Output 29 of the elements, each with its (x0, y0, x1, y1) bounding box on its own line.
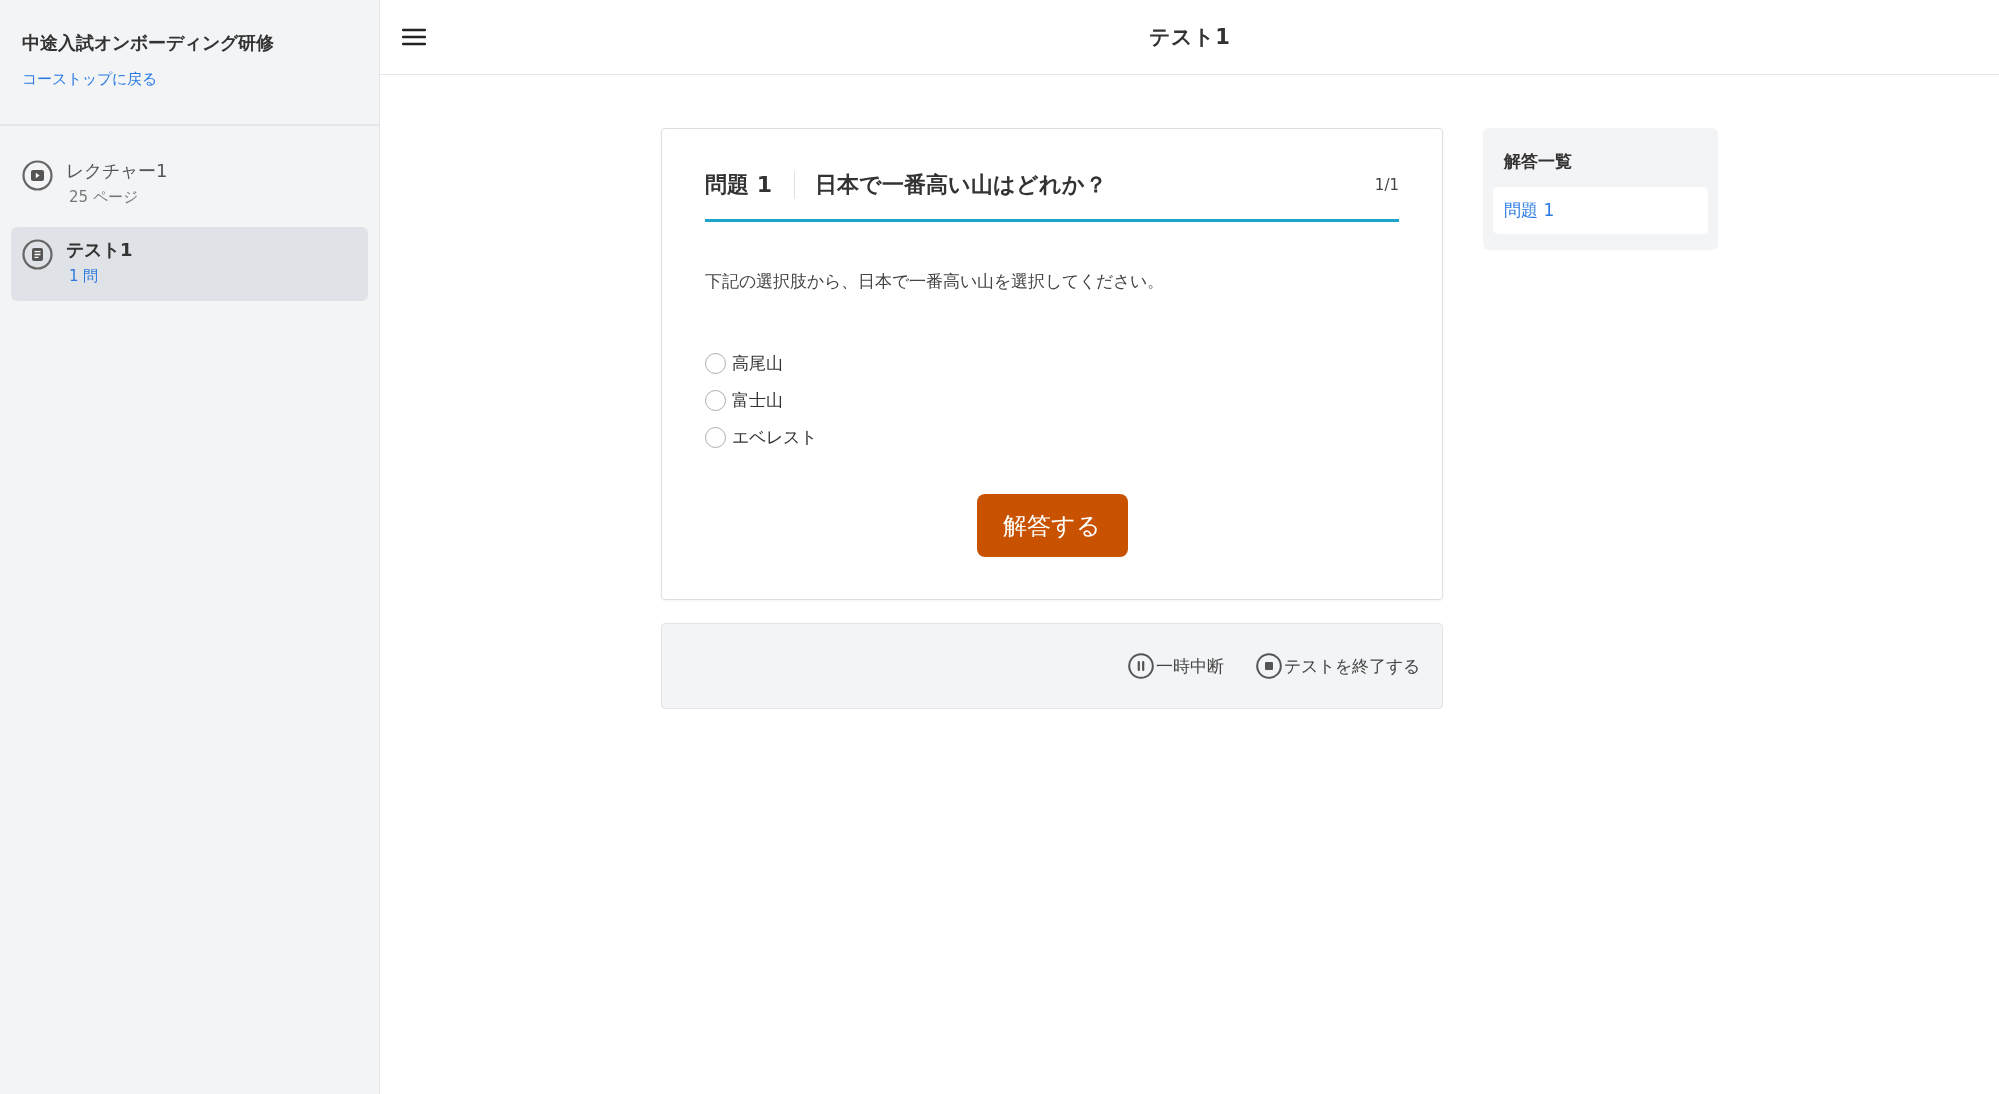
answer-list-item[interactable]: 問題 1 (1493, 187, 1708, 234)
radio-button[interactable] (705, 427, 726, 448)
pause-button[interactable]: 一時中断 (1128, 653, 1224, 679)
item-title: レクチャー1 (66, 159, 168, 183)
submit-answer-button[interactable]: 解答する (976, 494, 1128, 557)
question-counter: 1/1 (1374, 176, 1399, 194)
menu-icon[interactable] (402, 28, 426, 46)
back-to-course-link[interactable]: コーストップに戻る (22, 68, 157, 90)
answer-list-title: 解答一覧 (1504, 150, 1572, 173)
question-number: 問題 1 (705, 171, 772, 199)
sidebar-item[interactable]: テスト1 1 問 (11, 227, 368, 301)
course-title: 中途入試オンボーディング研修 (22, 31, 274, 55)
item-title: テスト1 (66, 238, 133, 262)
option-label: 高尾山 (732, 352, 783, 375)
item-meta: 25 ページ (68, 187, 138, 208)
item-meta: 1 問 (68, 266, 99, 287)
question-instruction: 下記の選択肢から、日本で一番高い山を選択してください。 (705, 270, 1165, 293)
pause-icon (1128, 653, 1154, 679)
sidebar-item[interactable]: レクチャー1 25 ページ (11, 148, 368, 222)
question-title: 日本で一番高い山はどれか？ (814, 171, 1108, 199)
option-label: 富士山 (732, 389, 783, 412)
video-icon (22, 160, 53, 191)
end-test-button[interactable]: テストを終了する (1256, 653, 1420, 679)
page-title: テスト1 (1149, 24, 1230, 51)
radio-button[interactable] (705, 390, 726, 411)
stop-icon (1256, 653, 1282, 679)
option-label: エベレスト (732, 426, 817, 449)
radio-button[interactable] (705, 353, 726, 374)
document-icon (22, 239, 53, 270)
